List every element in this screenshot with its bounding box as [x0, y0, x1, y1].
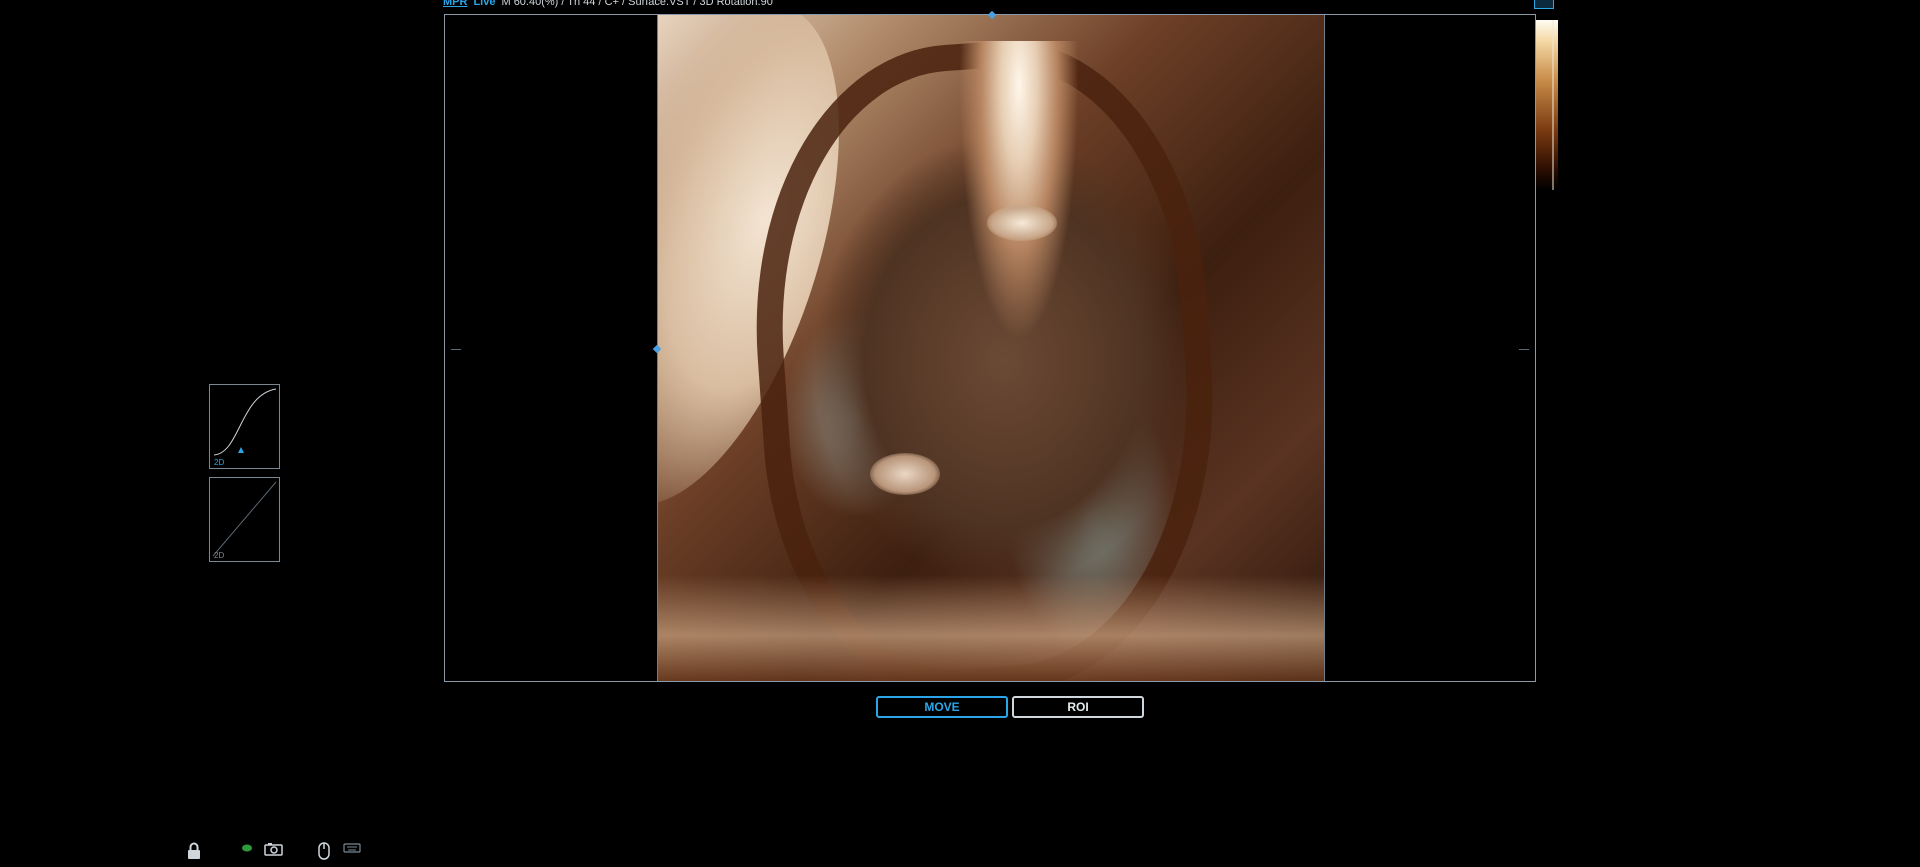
- render-curve-thumbnail[interactable]: 2D: [209, 384, 280, 469]
- s-curve-graph: [213, 388, 277, 456]
- volume-render[interactable]: [657, 15, 1324, 681]
- roi-right-line[interactable]: [1324, 15, 1325, 681]
- roi-button[interactable]: ROI: [1012, 696, 1144, 718]
- color-map-edge: [1552, 20, 1554, 190]
- curve-label: 2D: [214, 458, 225, 467]
- move-button[interactable]: MOVE: [876, 696, 1008, 718]
- volume-bright-structure: [959, 41, 1079, 341]
- curve-marker-icon: [238, 447, 244, 453]
- status-line: MPR Live M 60.40(%) / Th 44 / C+ / Surfa…: [443, 0, 773, 9]
- mouse-icon[interactable]: [318, 842, 330, 860]
- live-tag: Live: [473, 0, 496, 8]
- volume-feature-left: [870, 453, 940, 495]
- lock-icon[interactable]: [186, 842, 202, 860]
- camera-icon[interactable]: [264, 842, 284, 856]
- screen-layout-icon[interactable]: [1534, 0, 1554, 9]
- 3d-viewport[interactable]: [444, 10, 1536, 682]
- linear-curve-graph: [212, 481, 277, 557]
- mpr-tag[interactable]: MPR: [443, 0, 467, 8]
- color-map-bar: [1536, 20, 1558, 190]
- axis-marker-left: [451, 349, 461, 350]
- curve-label-2: 2D: [214, 551, 225, 560]
- volume-floor: [657, 575, 1324, 681]
- green-status-icon: [241, 842, 253, 852]
- render-parameters: M 60.40(%) / Th 44 / C+ / Surface.VST / …: [501, 0, 773, 8]
- linear-curve-thumbnail[interactable]: 2D: [209, 477, 280, 562]
- axis-marker-right: [1519, 349, 1529, 350]
- keyboard-icon[interactable]: [343, 842, 361, 854]
- volume-feature-top: [987, 205, 1057, 241]
